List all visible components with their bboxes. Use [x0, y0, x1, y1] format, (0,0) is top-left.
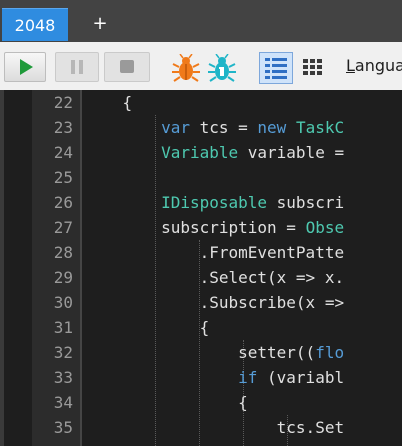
- language-menu[interactable]: Langua: [346, 56, 402, 75]
- list-view-button[interactable]: [259, 52, 293, 84]
- code-token: .FromEventPatte: [84, 243, 345, 262]
- code-line[interactable]: {: [84, 315, 402, 340]
- tab-bar: 2048 +: [0, 0, 402, 42]
- code-editor[interactable]: 22 23 24 25 26 27 28 29 30 31 32 33 34 35 36 { var tcs…: [0, 90, 402, 446]
- code-line[interactable]: {: [84, 390, 402, 415]
- breakpoint-gutter[interactable]: [4, 90, 32, 446]
- code-line[interactable]: [84, 165, 402, 190]
- line-number-gutter: 22 23 24 25 26 27 28 29 30 31 32 33 34 35 36: [32, 90, 80, 446]
- code-token: IDisposable: [161, 193, 268, 212]
- toolbar: Langua: [0, 42, 402, 91]
- code-token: (variabl: [257, 368, 345, 387]
- language-menu-mnemonic: L: [346, 56, 355, 75]
- code-token: .Select(x => x.: [84, 268, 345, 287]
- play-icon: [20, 59, 33, 75]
- code-line[interactable]: if (variabl: [84, 365, 402, 390]
- code-line[interactable]: subscription = Obse: [84, 215, 402, 240]
- code-line[interactable]: var tcs = new TaskC: [84, 115, 402, 140]
- pause-button[interactable]: [55, 52, 99, 82]
- line-number: 36: [32, 440, 73, 446]
- code-line[interactable]: [84, 440, 402, 446]
- stop-button[interactable]: [104, 52, 150, 82]
- language-menu-label: angua: [354, 56, 402, 75]
- stop-icon: [120, 60, 134, 73]
- line-number: 28: [53, 243, 73, 262]
- code-token: flo: [315, 343, 345, 362]
- grid-view-icon: [303, 59, 322, 75]
- code-token: subscri: [267, 193, 345, 212]
- code-token: new: [257, 118, 287, 137]
- tab-2048[interactable]: 2048: [2, 8, 68, 41]
- code-token: {: [84, 393, 248, 412]
- line-number: 35: [53, 418, 73, 437]
- code-token: {: [84, 318, 210, 337]
- tab-label: 2048: [14, 15, 56, 35]
- code-token: if: [238, 368, 258, 387]
- line-number: 32: [53, 343, 73, 362]
- bug-step-icon: [208, 54, 236, 82]
- code-token: setter((: [84, 343, 316, 362]
- code-line[interactable]: .Subscribe(x =>: [84, 290, 402, 315]
- code-line[interactable]: Variable variable =: [84, 140, 402, 165]
- line-number: 33: [53, 368, 73, 387]
- code-token: subscription =: [84, 218, 306, 237]
- debug-step-button[interactable]: [207, 54, 237, 84]
- code-token: {: [84, 93, 133, 112]
- line-number: 24: [53, 143, 73, 162]
- code-line[interactable]: .FromEventPatte: [84, 240, 402, 265]
- line-number: 22: [53, 93, 73, 112]
- line-number: 25: [53, 168, 73, 187]
- code-token: tcs.Set: [84, 418, 345, 437]
- code-token: var: [161, 118, 190, 137]
- line-number: 27: [53, 218, 73, 237]
- pause-icon: [71, 60, 83, 74]
- new-tab-button[interactable]: +: [90, 12, 110, 36]
- code-token: variable =: [238, 143, 345, 162]
- code-line[interactable]: setter((flo: [84, 340, 402, 365]
- code-token: Obse: [305, 218, 345, 237]
- code-token: tcs =: [189, 118, 258, 137]
- code-token: .Subscribe(x =>: [84, 293, 345, 312]
- code-line[interactable]: IDisposable subscri: [84, 190, 402, 215]
- code-area[interactable]: { var tcs = new TaskC Variable variable …: [82, 90, 402, 446]
- code-token: Variable: [161, 143, 239, 162]
- code-token: TaskC: [295, 118, 345, 137]
- line-number: 34: [53, 393, 73, 412]
- line-number: 30: [53, 293, 73, 312]
- code-line[interactable]: .Select(x => x.: [84, 265, 402, 290]
- bug-icon: [172, 54, 200, 82]
- line-number: 23: [53, 118, 73, 137]
- line-number: 31: [53, 318, 73, 337]
- code-line[interactable]: {: [84, 90, 402, 115]
- code-line[interactable]: tcs.Set: [84, 415, 402, 440]
- list-view-icon: [265, 58, 287, 79]
- grid-view-button[interactable]: [298, 52, 332, 84]
- line-number: 29: [53, 268, 73, 287]
- debug-button[interactable]: [171, 54, 201, 84]
- run-button[interactable]: [4, 52, 46, 82]
- line-number: 26: [53, 193, 73, 212]
